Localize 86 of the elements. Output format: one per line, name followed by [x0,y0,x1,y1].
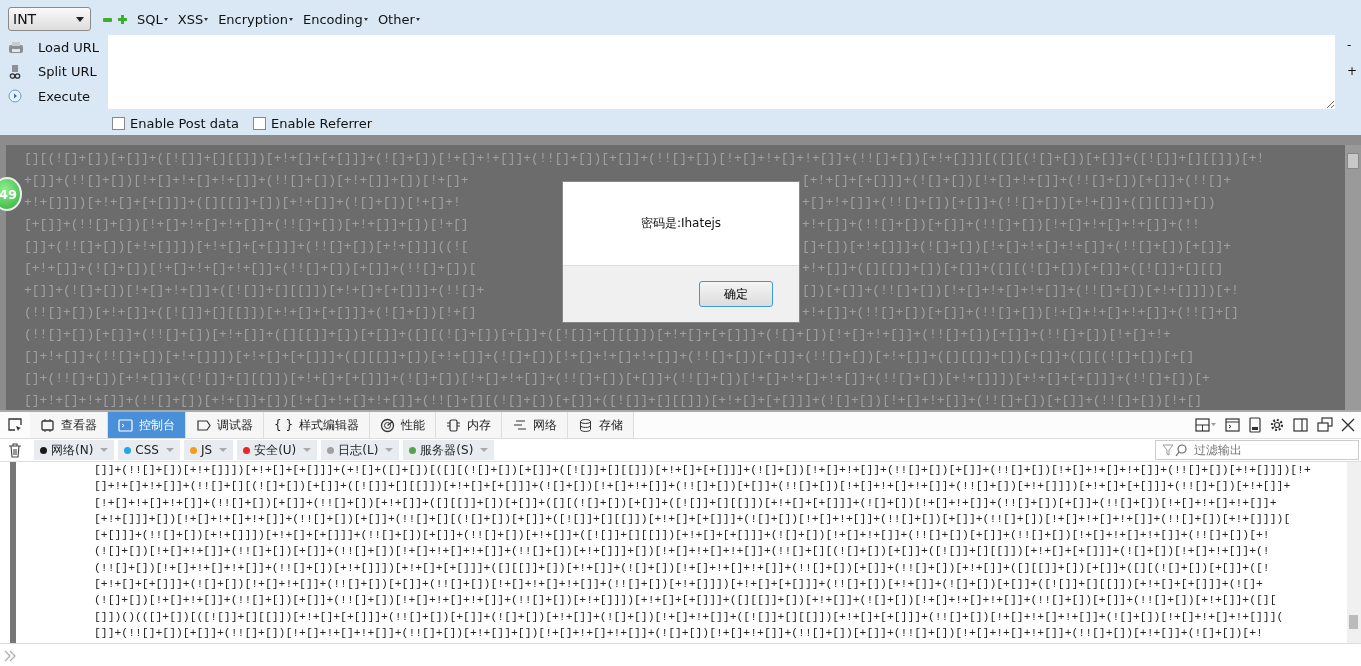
play-icon [8,89,24,105]
console-output-line: []]+(!![]+[])[+!+[]]])[+!+[]+[+[]]]+(+![]+([]+[])[([][(![]+[])[+[]]+([![]]+[][[]])[+!+[]+[+[]]]+(![]+[])[!+[]+!+[]]+(!![]+[])[+[]]+(!![]+[])[!+[]+!+[]+!+[]]+(!![]+[])[+!+[]]])[!+ [94,463,1312,478]
printer-icon [8,39,24,55]
code-text: [])[+[]]+(!![]+[])[!+[]+!+[]+!+[]]+(!![]+[])[+!+[]]])[+! [802,282,1240,300]
lines-icon [512,417,528,433]
gauge-icon [380,417,396,433]
terminal-icon [118,417,133,433]
console-output-line: (!![]+[])[!+[]+!+[]+!+[]]+(!![]+[])[+!+[]]])[+!+[]+[+[]]]+([][[]]+[])[+!+[]]+(![]+[])[!+[]+!+[]+!+[]]+(!![]+[])[+[]]+(!![]+[])[+!+[]]+([][[]]+[])[+[]]+([][(![]+[])[+[]]+([! [94,560,1271,576]
action-link[interactable]: Execute [38,89,90,105]
settings-icon[interactable] [1269,417,1285,433]
checkbox[interactable] [112,116,125,130]
trash-icon[interactable] [8,442,22,458]
code-text: []+[])[+!+[]]]+(![]+[])[!+[]+!+[]+!+[]]+(!![]+[])[+[]]+ [802,238,1233,256]
console-output-line: []+!+[]+!+[]]+(!![]+[][(![]+[])[+[]]+([![]]+[][[]])[+!+[]+[+[]]]+(![]+[])[!+[]+!+[]]+(!![]+[])[+[]]+(!![]+[])[!+[]+!+[]+!+[]]+(!![]+[])[+!+[]]])[+!+[]+[+[]]]+(!![]+[])[+!+[]]+ [94,479,1292,495]
windows-icon[interactable] [1317,417,1333,433]
tag-icon [196,417,211,433]
code-text: [+[]]+(!![]+[])[!+[]+!+[]+!+[]]+(!![]+[])[+!+[]]+[])[!+[] [24,216,470,234]
checkbox-label: Enable Referrer [271,115,372,131]
code-text: (!![]+[])[+[]]+(!![]+[])[+!+[]]+([][[]]+[])[+[]]+([][(![]+[])[+[]]+([![]]+[][[]])[+!+[]+[+[]]]+(![]+[])[!+[]+!+[]]+(!![]+[])[+[]]+(!![]+[])[!+[]+!+ [24,327,1171,342]
action-link[interactable]: Load URL [38,39,100,55]
filter-button[interactable]: 安全(U) [237,440,318,460]
menu-item[interactable]: Other [377,11,420,27]
side-button[interactable]: + [1346,64,1357,78]
filter-button[interactable]: 网络(N) [34,440,115,460]
scrollbar[interactable] [1347,462,1361,643]
split-console-icon[interactable] [1225,417,1241,433]
console-output-line: (![]+[])[!+[]+!+[]]+(!![]+[])[+[]]+(!![]+[])[!+[]+!+[]+!+[]]+(!![]+[])[+!+[]]]+[])[!+[]+!+[]+!+[]]+(!![]+[][(![]+[])[+[]]+([![]]+[][[]])[+!+[]+[+[]]]+(![]+[])[!+[]+!+[]]+(! [94,544,1271,560]
code-text: []+!+[]+!+[]]+(!![]+[])[+!+[]]+[])[!+[]+!+[]+!+[]]+(!![]+[][(![]+[])[+[]]+([![]]+[][[]])[+!+[]+[+[]]]+(![]+[])[!+[]+!+[]]+(!![]+[])[+[]]+(!![]+[])[!+[] [24,393,1202,408]
console-output-line: [+!+[]+[+[]]]+(![]+[])[!+[]+!+[]]+(!![]+[])[+[]]+(!![]+[])[!+[]+!+[]+!+[]]+(!![]+[])[+!+[]]])[+!+[]+[+[]]]+(!![]+[])[+!+[]]+(![]+[])[+[]]+([![]]+[][[]])[+!+[]+[+[]]]+(![]+ [94,577,1264,593]
database-icon [578,417,594,433]
code-text: +!+[]]+(!![]+[])[+[]]+(!![]+[])[!+[]+!+[]+!+[]]+(!![]+[] [802,304,1240,322]
element-picker-icon[interactable] [7,417,23,433]
code-text: +!+[]]])[+!+[]+[+[]]]+([][[]]+[])[+!+[]]+(![]+[])[!+[]+! [24,194,462,212]
devtools-tab[interactable]: 性能 [370,412,437,438]
count-badge: 49 [0,177,22,211]
code-text: [+!+[]]+(![]+[])[!+[]+!+[]+!+[]]+(!![]+[])[+[]]+(!![]+[])[ [24,260,478,278]
filter-button[interactable]: 日志(L) [321,440,400,460]
code-text: [+!+[]+[+[]]]+(![]+[])[!+[]+!+[]]+(!![]+[])[+[]]+(!![]+ [802,172,1233,190]
console-output-line: [+[]]]+(!![]+[])[+!+[]]])[+!+[]+[+[]]]+(!![]+[])[+[]]+(!![]+[])[+!+[]]+([![]]+[][[]])[+!+[]+[+[]]]+(![]+[])[!+[]+!+[]]+(!![]+[])[+[]]+(!![]+[])[!+[]+!+[]+!+[]]+(!![]+[])[+! [94,528,1271,544]
ok-button[interactable]: 确定 [699,281,773,307]
code-text: []+(!![]+[])[+!+[]]+([![]]+[][[]])[+!+[]+[+[]]]+(![]+[])[!+[]+!+[]]+(!![]+[])[+[]]+(!![]+[])[!+[]+!+[]+!+[]]+(!![]+[])[+!+[]]])[+!+[]+[+[]]]+(!![]+[])[+ [24,371,1210,386]
code-text: +[]]+(!![]+[])[!+[]+!+[]+!+[]]+(!![]+[])[+!+[]]+[])[!+[]+ [24,172,470,190]
menu-item[interactable]: XSS [177,11,209,27]
dialog-message: 密码是:Ihatejs [640,215,722,232]
checkbox-label: Enable Post data [130,115,240,131]
filter-button[interactable]: JS [183,440,234,460]
phone-icon[interactable] [1249,417,1261,433]
checkbox[interactable] [253,116,267,130]
menu-item[interactable]: Encoding [302,11,368,27]
action-link[interactable]: Split URL [38,64,97,80]
url-field[interactable] [108,35,1335,109]
code-text: +[]+!+[]]+(!![]+[])[+[]]+(!![]+[])[+!+[]]+([][[]]+[]) [802,194,1217,212]
devtools-tab[interactable]: 网络 [502,412,569,438]
menu-item[interactable]: SQL [137,11,168,27]
chip-icon [446,417,462,433]
console-output-line: [!+[]+!+[]+!+[]]+(!![]+[])[+[]]+(!![]+[])[+!+[]]+([][[]]+[])[+[]]+([][(![]+[])[+[]]+([![]]+[][[]])[+!+[]+[+[]]]+(![]+[])[!+[]+!+[]]+(!![]+[])[+[]]+(!![]+[])[!+[]+!+[]+!+[]]+ [94,495,1278,511]
code-text: [][(![]+[])[+[]]+([![]]+[][[]])[+!+[]+[+[]]]+(![]+[])[!+[]+!+[]]+(!![]+[])[+[]]+(!![]+[])[!+[]+!+[]+!+[]]+(!![]+[])[+!+[]]][([][(![]+[])[+[]]+([![]]+[][[]])[+! [24,151,1265,166]
filter-button[interactable]: CSS [118,440,180,460]
code-text: +[]]+(![]+[])[!+[]+!+[]]+([![]]+[][[]])[+!+[]+[+[]]]+(!![]+ [24,282,486,300]
console-output-line: []])()(([]+[])[([![]]+[][[]])[+!+[]+[+[]]]+(!![]+[])[+[]]+(![]+[])[+!+[]]+(![]+[])[!+[]+!+[]]+([![]]+[][[]])[+!+[]+[+[]]]+(!![]+[])[!+[]+!+[]+!+[]]+(![]+[])[!+[]+!+[]+!+[]]]( [94,609,1285,625]
code-text: []]+(!![]+[])[+!+[]]])[+!+[]+[+[]]]+(!![]+[])[+!+[]]]((![ [24,238,470,256]
code-text: []+!+[]]+(!![]+[])[+!+[]]])[+!+[]+[+[]]]+([][[]]+[])[+!+[]]+(![]+[])[!+[]+!+[]+!+[]]+(!![]+[])[+[]]+(!![]+[])[+!+[]]+([][[]]+[])[+[]]+([][(![]+[])[+[] [24,349,1195,364]
console-output-line: [+!+[]]]+[])[!+[]+!+[]+!+[]]+(!![]+[])[+[]]+(!![]+[][(![]+[])[+[]]+([![]]+[][[]])[+!+[]+[+[]]]+(![]+[])[!+[]+!+[]]+(!![]+[])[+[]]+(!![]+[])[!+[]+!+[]+!+[]]+(!![]+[])[+!+[]]])[ [94,511,1292,527]
console-output-line: (![]+[])[!+[]+!+[]]+(!![]+[])[+[]]+(!![]+[])[!+[]+!+[]+!+[]]+(!![]+[])[+!+[]]])[+!+[]+[+[]]]+([][[]]+[])[+!+[]]+(![]+[])[!+[]+!+[]+!+[]]+(!![]+[])[+[]]+(!![]+[])[+!+[]]+([][ [94,593,1278,609]
devtools-tab[interactable]: { } 样式编辑器 [264,412,371,438]
scrollbar[interactable] [1345,145,1361,410]
close-icon[interactable] [1341,418,1355,432]
sidebar-icon[interactable] [1293,417,1309,433]
type-dropdown[interactable]: INT [8,7,91,31]
filter-button[interactable]: 服务器(S) [403,440,495,460]
devtools-tab[interactable]: 内存 [436,412,503,438]
devtools-tab[interactable]: 存储 [568,412,635,438]
filter-field[interactable]: 过滤输出 [1155,440,1359,460]
console-output-line: []]+(!![]+[])[+[]]+(!![]+[])[!+[]+!+[]+!+[]]+(!![]+[])[+!+[]]+[])[!+[]+!+[]+!+[]]+(![]+[])[!+[]+!+[]]+(!![]+[])[+[]]+(!![]+[])[!+[]+!+[]+!+[]]+(!![]+[])[+!+[]]+(![]+[])[+! [94,625,1264,641]
code-text: +!+[]]+(!![]+[])[+[]]+(!![]+[])[!+[]+!+[]+!+[]]+(!! [802,216,1201,234]
funnel-icon [1162,443,1188,457]
devtools-tab[interactable]: 查看器 [30,412,108,438]
side-button[interactable]: - [1346,38,1357,52]
code-text: (!![]+[])[+!+[]]+([![]]+[][[]])[+!+[]+[+[]]]+(![]+[])[!+[] [24,304,478,322]
chevrons-icon [4,650,18,662]
devtools-tab[interactable]: 调试器 [186,412,264,438]
layout-icon[interactable] [1195,417,1217,433]
frame-icon [40,417,55,433]
braces-icon: { } [274,418,294,432]
menu-item[interactable]: Encryption [218,11,293,27]
code-text: +!+[]]+([][[]]+[])[+[]]+([][(![]+[])[+[]]+([![]]+[][[] [802,260,1225,278]
